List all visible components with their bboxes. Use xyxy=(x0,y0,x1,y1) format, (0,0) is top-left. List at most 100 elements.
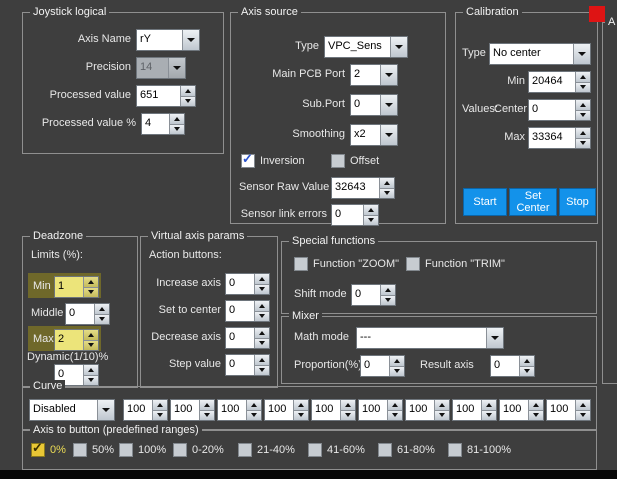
calibration-max-spinner[interactable]: 33364 xyxy=(528,127,591,149)
curve-point-spinner[interactable]: 100 xyxy=(311,399,356,421)
chevron-down-icon[interactable] xyxy=(380,95,397,115)
spinner-up-icon[interactable] xyxy=(576,400,590,410)
range-0-20pct-checkbox[interactable]: 0-20% xyxy=(173,443,224,457)
spinner-down-icon[interactable] xyxy=(170,123,184,134)
chevron-down-icon[interactable] xyxy=(380,65,397,85)
chevron-down-icon[interactable] xyxy=(380,125,397,145)
offset-checkbox[interactable]: Offset xyxy=(331,154,379,168)
checkbox-box[interactable] xyxy=(119,443,133,457)
calibration-min-spinner[interactable]: 20464 xyxy=(528,71,591,93)
checkbox-box[interactable] xyxy=(294,257,308,271)
spinner-down-icon[interactable] xyxy=(381,294,395,305)
calibration-center-spinner[interactable]: 0 xyxy=(528,99,591,121)
spinner-up-icon[interactable] xyxy=(576,128,590,138)
curve-point-spinner[interactable]: 100 xyxy=(217,399,262,421)
spinner-down-icon[interactable] xyxy=(153,409,167,420)
checkbox-box[interactable] xyxy=(448,443,462,457)
spinner-down-icon[interactable] xyxy=(529,409,543,420)
set-to-center-spinner[interactable]: 0 xyxy=(225,300,270,322)
checkbox-box[interactable] xyxy=(238,443,252,457)
range-41-60pct-checkbox[interactable]: 41-60% xyxy=(308,443,365,457)
result-axis-spinner[interactable]: 0 xyxy=(490,355,535,377)
spinner-down-icon[interactable] xyxy=(520,365,534,376)
checkbox-box[interactable] xyxy=(331,154,345,168)
checkbox-box[interactable] xyxy=(241,152,255,168)
spinner-up-icon[interactable] xyxy=(380,178,394,188)
spinner-up-icon[interactable] xyxy=(482,400,496,410)
spinner-up-icon[interactable] xyxy=(255,328,269,338)
spinner-down-icon[interactable] xyxy=(84,374,98,385)
spinner-down-icon[interactable] xyxy=(255,364,269,375)
spinner-down-icon[interactable] xyxy=(388,409,402,420)
spinner-down-icon[interactable] xyxy=(576,81,590,92)
spinner-up-icon[interactable] xyxy=(247,400,261,410)
spinner-up-icon[interactable] xyxy=(84,330,98,340)
main-pcb-port-select[interactable]: 2 xyxy=(350,64,398,86)
processed-value-pct-spinner[interactable]: 4 xyxy=(141,113,185,135)
spinner-down-icon[interactable] xyxy=(84,286,98,297)
spinner-up-icon[interactable] xyxy=(520,356,534,366)
curve-point-spinner[interactable]: 100 xyxy=(452,399,497,421)
spinner-down-icon[interactable] xyxy=(341,409,355,420)
processed-value-spinner[interactable]: 651 xyxy=(136,85,196,107)
function-trim-checkbox[interactable]: Function "TRIM" xyxy=(406,257,505,271)
spinner-up-icon[interactable] xyxy=(255,355,269,365)
sensor-link-errors-spinner[interactable]: 0 xyxy=(331,204,379,226)
curve-point-spinner[interactable]: 100 xyxy=(358,399,403,421)
sensor-raw-value-spinner[interactable]: 32643 xyxy=(331,177,395,199)
spinner-down-icon[interactable] xyxy=(95,313,109,324)
smoothing-select[interactable]: x2 xyxy=(350,124,398,146)
spinner-down-icon[interactable] xyxy=(482,409,496,420)
chevron-down-icon[interactable] xyxy=(182,30,199,50)
set-center-button[interactable]: Set Center xyxy=(509,188,557,216)
spinner-up-icon[interactable] xyxy=(576,100,590,110)
spinner-down-icon[interactable] xyxy=(364,214,378,225)
spinner-up-icon[interactable] xyxy=(200,400,214,410)
shift-mode-spinner[interactable]: 0 xyxy=(351,284,396,306)
deadzone-middle-spinner[interactable]: 0 xyxy=(65,303,110,325)
spinner-up-icon[interactable] xyxy=(388,400,402,410)
curve-point-spinner[interactable]: 100 xyxy=(405,399,450,421)
function-zoom-checkbox[interactable]: Function "ZOOM" xyxy=(294,257,399,271)
spinner-up-icon[interactable] xyxy=(181,86,195,96)
spinner-up-icon[interactable] xyxy=(255,274,269,284)
spinner-up-icon[interactable] xyxy=(576,72,590,82)
spinner-down-icon[interactable] xyxy=(84,339,98,350)
spinner-up-icon[interactable] xyxy=(364,205,378,215)
stop-button[interactable]: Stop xyxy=(559,188,596,216)
start-button[interactable]: Start xyxy=(463,188,507,216)
step-value-spinner[interactable]: 0 xyxy=(225,354,270,376)
calibration-type-select[interactable]: No center xyxy=(489,43,591,65)
spinner-up-icon[interactable] xyxy=(84,365,98,375)
checkbox-box[interactable] xyxy=(406,257,420,271)
math-mode-select[interactable]: --- xyxy=(356,327,504,349)
curve-point-spinner[interactable]: 100 xyxy=(170,399,215,421)
chevron-down-icon[interactable] xyxy=(573,44,590,64)
axis-name-select[interactable]: rY xyxy=(136,29,200,51)
sub-port-select[interactable]: 0 xyxy=(350,94,398,116)
range-100pct-checkbox[interactable]: 100% xyxy=(119,443,166,457)
curve-point-spinner[interactable]: 100 xyxy=(499,399,544,421)
spinner-up-icon[interactable] xyxy=(341,400,355,410)
spinner-down-icon[interactable] xyxy=(576,409,590,420)
spinner-up-icon[interactable] xyxy=(84,277,98,287)
spinner-down-icon[interactable] xyxy=(200,409,214,420)
chevron-down-icon[interactable] xyxy=(97,400,114,420)
deadzone-max-spinner[interactable]: 2 xyxy=(54,329,99,351)
range-21-40pct-checkbox[interactable]: 21-40% xyxy=(238,443,295,457)
range-81-100pct-checkbox[interactable]: 81-100% xyxy=(448,443,511,457)
chevron-down-icon[interactable] xyxy=(168,58,185,78)
checkbox-box[interactable] xyxy=(308,443,322,457)
spinner-down-icon[interactable] xyxy=(435,409,449,420)
spinner-up-icon[interactable] xyxy=(153,400,167,410)
spinner-up-icon[interactable] xyxy=(294,400,308,410)
spinner-up-icon[interactable] xyxy=(381,285,395,295)
range-50pct-checkbox[interactable]: 50% xyxy=(73,443,114,457)
chevron-down-icon[interactable] xyxy=(486,328,503,348)
spinner-up-icon[interactable] xyxy=(390,356,404,366)
spinner-up-icon[interactable] xyxy=(255,301,269,311)
spinner-down-icon[interactable] xyxy=(247,409,261,420)
spinner-down-icon[interactable] xyxy=(255,283,269,294)
curve-point-spinner[interactable]: 100 xyxy=(123,399,168,421)
spinner-down-icon[interactable] xyxy=(390,365,404,376)
